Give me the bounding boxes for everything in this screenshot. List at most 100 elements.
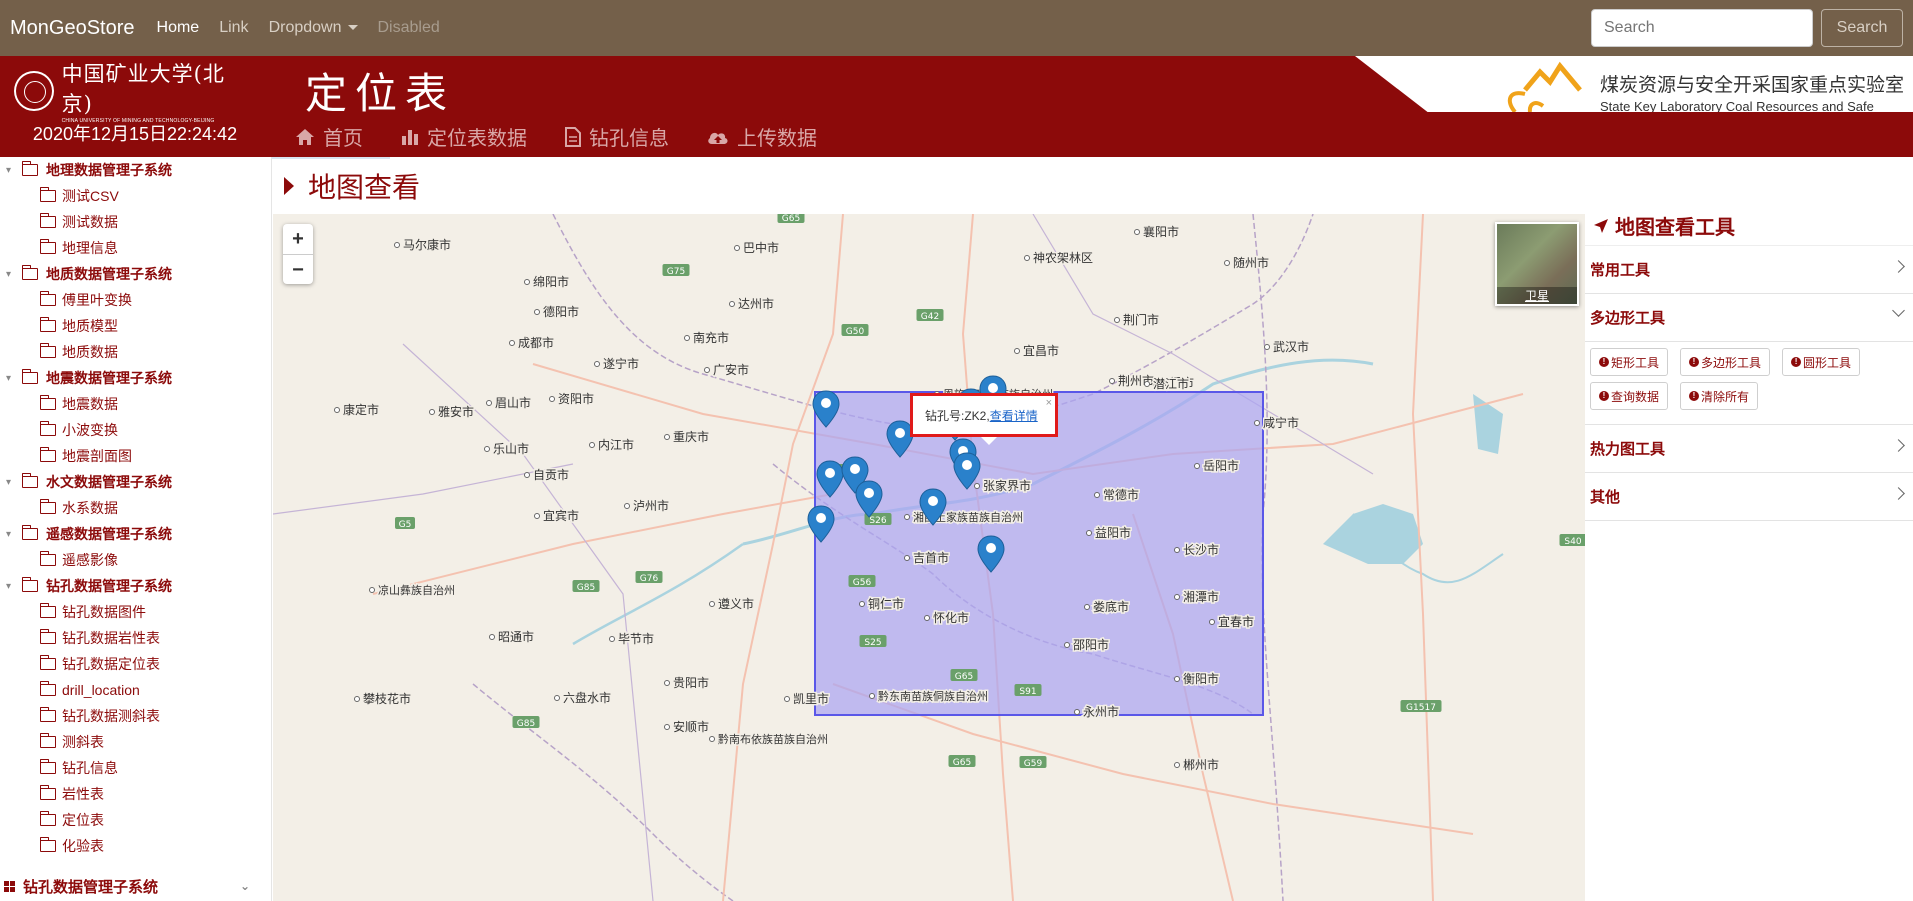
folder-icon [40,317,56,332]
accordion-common-tools[interactable]: 常用工具 [1585,246,1913,294]
top-navbar: MonGeoStore Home Link Dropdown Disabled … [0,0,1913,56]
search-input[interactable] [1591,9,1813,47]
circle-tool-button[interactable]: ! 圆形工具 [1782,348,1861,376]
menu-home[interactable]: 首页 [295,122,363,151]
folder-icon [40,239,56,254]
polygon-tool-button[interactable]: ! 多边形工具 [1680,348,1771,376]
info-icon: ! [1689,357,1700,367]
accordion-other[interactable]: 其他 [1585,473,1913,521]
tree-item[interactable]: 傅里叶变换 [0,287,271,313]
tab-indicator [272,157,390,159]
caret-down-icon: ▾ [6,372,12,384]
tree-item[interactable]: 钻孔数据图件 [0,599,271,625]
tree-group-remote-sensing[interactable]: ▾ 遥感数据管理子系统 [0,521,271,547]
folder-icon [40,603,56,618]
tree-group-drilling[interactable]: ▾ 钻孔数据管理子系统 [0,573,271,599]
folder-icon [40,733,56,748]
tree-group-geology[interactable]: ▾ 地质数据管理子系统 [0,261,271,287]
folder-icon [40,291,56,306]
tree-item[interactable]: 化验表 [0,833,271,859]
map-marker-icon[interactable] [816,460,844,498]
polygon-tool-buttons: ! 矩形工具 ! 多边形工具 ! 圆形工具 ! 查询数据 ! 清除所有 [1585,342,1913,425]
tree-item[interactable]: 测试CSV [0,183,271,209]
info-icon: ! [1599,357,1609,367]
nav-home[interactable]: Home [157,19,200,37]
clear-all-button[interactable]: ! 清除所有 [1680,382,1759,410]
tree-item[interactable]: 地理信息 [0,235,271,261]
tree-item[interactable]: 小波变换 [0,417,271,443]
sidebar-footer-drilling[interactable]: 钻孔数据管理子系统 ⌄ [0,871,270,901]
tools-title-text: 地图查看工具 [1615,217,1735,239]
zoom-in-button[interactable]: + [283,224,313,254]
folder-icon [22,265,38,280]
tree-item[interactable]: 地质数据 [0,339,271,365]
search-form: Search [1591,9,1903,47]
tree-item[interactable]: 测试数据 [0,209,271,235]
accordion-polygon-tools[interactable]: 多边形工具 [1585,294,1913,342]
tree-item[interactable]: 地质模型 [0,313,271,339]
rectangle-tool-button[interactable]: ! 矩形工具 [1590,348,1669,376]
tree-group-geography[interactable]: ▾ 地理数据管理子系统 [0,157,271,183]
tree-group-hydrology[interactable]: ▾ 水文数据管理子系统 [0,469,271,495]
lab-logo-icon [1507,61,1582,112]
header-banner: 中国矿业大学(北京) CHINA UNIVERSITY OF MINING AN… [0,56,1913,157]
info-icon: ! [1689,391,1700,401]
map-view[interactable]: 马尔康市 巴中市 神农架林区 襄阳市 随州市 绵阳市 达州市 德阳市 南充市 荆门市 成都市 广安市宜… [273,214,1585,901]
chevron-right-icon [1892,487,1905,500]
folder-icon [40,499,56,514]
tree-item[interactable]: 遥感影像 [0,547,271,573]
document-icon [565,126,581,147]
tree-item[interactable]: 地震剖面图 [0,443,271,469]
menu-upload-data[interactable]: 上传数据 [707,122,817,151]
nav-dropdown[interactable]: Dropdown [269,19,358,37]
folder-icon [40,681,56,696]
tree-item[interactable]: 岩性表 [0,781,271,807]
cloud-upload-icon [708,132,728,144]
tree-item[interactable]: 测斜表 [0,729,271,755]
accordion-heatmap-tools[interactable]: 热力图工具 [1585,425,1913,473]
menu-location-data-label: 定位表数据 [427,128,527,150]
search-button[interactable]: Search [1821,9,1903,47]
map-marker-icon[interactable] [807,505,835,543]
menu-drill-info[interactable]: 钻孔信息 [565,122,669,151]
map-marker-icon[interactable] [855,480,883,518]
university-logo[interactable]: 中国矿业大学(北京) CHINA UNIVERSITY OF MINING AN… [14,62,254,124]
tree-item[interactable]: drill_location [0,677,271,703]
chevron-down-icon [1892,304,1905,317]
brand-link[interactable]: MonGeoStore [10,17,135,40]
tree-item[interactable]: 定位表 [0,807,271,833]
map-marker-icon[interactable] [812,390,840,428]
nav-disabled: Disabled [377,19,440,36]
tree-item[interactable]: 钻孔信息 [0,755,271,781]
menu-drill-info-label: 钻孔信息 [589,128,669,150]
tree-item[interactable]: 钻孔数据测斜表 [0,703,271,729]
tree-item[interactable]: 钻孔数据岩性表 [0,625,271,651]
folder-icon [40,629,56,644]
menu-location-data[interactable]: 定位表数据 [401,122,527,151]
map-marker-icon[interactable] [953,452,981,490]
map-marker-icon[interactable] [977,535,1005,573]
folder-icon [40,343,56,358]
tree-item[interactable]: 地震数据 [0,391,271,417]
tree-item[interactable]: 钻孔数据定位表 [0,651,271,677]
popup-details-link[interactable]: 查看详情 [990,407,1038,424]
lab-name-en: State Key Laboratory Coal Resources and … [1600,99,1874,129]
folder-icon [22,473,38,488]
zoom-out-button[interactable]: − [283,254,313,284]
tree-item[interactable]: 水系数据 [0,495,271,521]
popup-text: 钻孔号:ZK2, [925,408,990,423]
chevron-right-icon [1892,260,1905,273]
folder-icon [40,395,56,410]
query-data-button[interactable]: ! 查询数据 [1590,382,1669,410]
satellite-layer-toggle[interactable]: 卫星 [1495,222,1579,306]
map-marker-icon[interactable] [919,488,947,526]
grid-icon [4,880,15,892]
lab-logo-panel: 煤炭资源与安全开采国家重点实验室 State Key Laboratory Co… [1355,56,1913,112]
tree-group-seismic[interactable]: ▾ 地震数据管理子系统 [0,365,271,391]
folder-icon [40,837,56,852]
nav-link[interactable]: Link [219,19,248,37]
folder-icon [40,785,56,800]
info-icon: ! [1791,357,1802,367]
caret-down-icon: ▾ [6,164,12,176]
close-icon[interactable]: × [1046,397,1052,409]
